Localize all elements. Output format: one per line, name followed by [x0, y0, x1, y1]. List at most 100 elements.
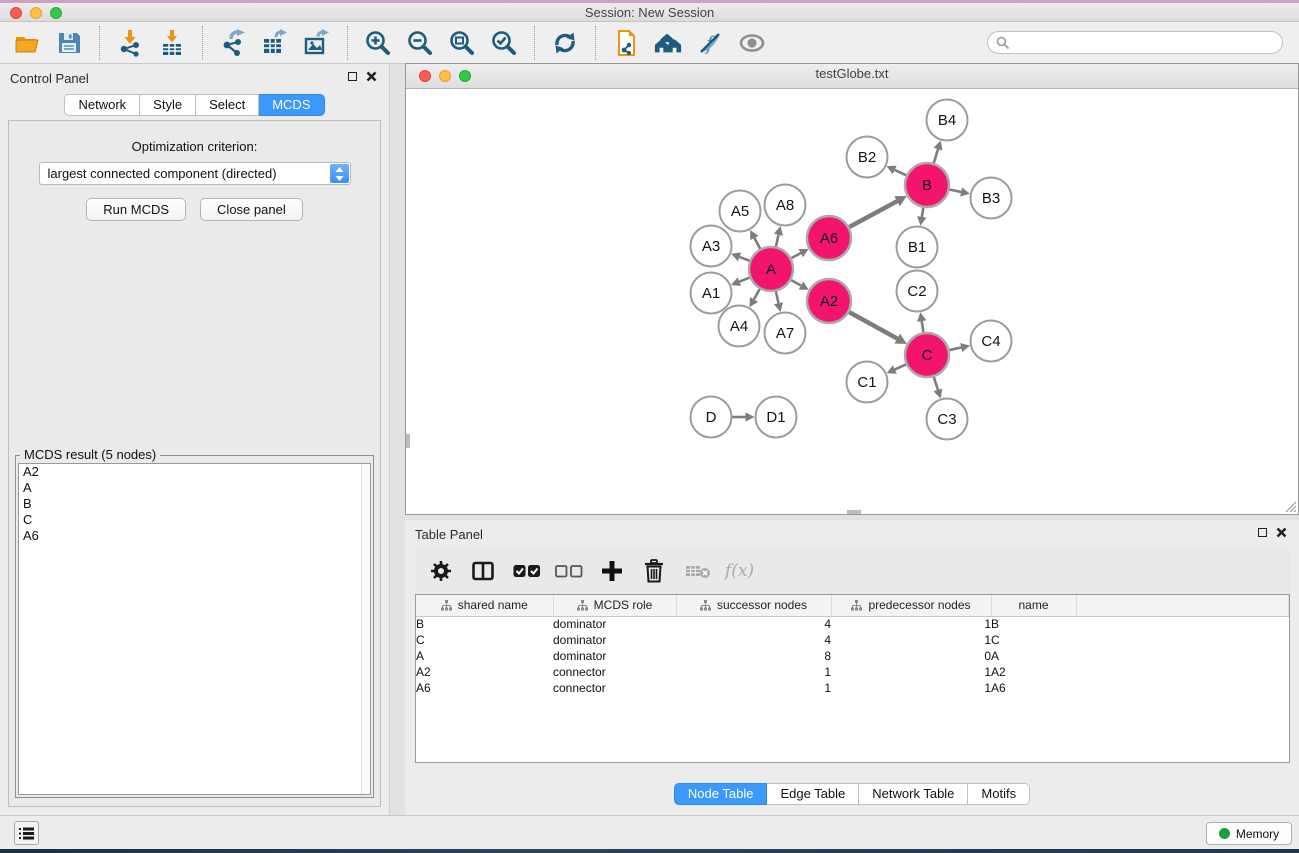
refresh-icon[interactable] [550, 28, 580, 58]
column-header-shared-name[interactable]: shared name [416, 595, 553, 616]
import-network-icon[interactable] [115, 28, 145, 58]
eye-icon[interactable] [737, 28, 767, 58]
horizontal-scroll-nub[interactable] [847, 510, 861, 514]
table-row[interactable]: Cdominator41C [416, 632, 1289, 648]
tab-motifs[interactable]: Motifs [968, 783, 1030, 805]
mcds-result-group: MCDS result (5 nodes) A2ABCA6 [15, 455, 374, 798]
node-label-B: B [922, 177, 932, 194]
result-list-scrollbar[interactable] [361, 464, 370, 794]
delete-table-icon [685, 556, 711, 586]
arrowhead-icon [960, 343, 970, 352]
node-label-A1: A1 [702, 285, 720, 302]
deselect-all-icon[interactable] [555, 556, 583, 586]
tab-select[interactable]: Select [196, 94, 259, 116]
columns-icon[interactable] [471, 556, 495, 586]
edge-A-A5[interactable] [754, 238, 760, 250]
gear-icon[interactable] [429, 556, 453, 586]
select-all-icon[interactable] [513, 556, 541, 586]
status-bar: Memory [0, 815, 1299, 849]
mcds-result-list[interactable]: A2ABCA6 [18, 463, 371, 795]
column-header-predecessor-nodes[interactable]: predecessor nodes [831, 595, 991, 616]
result-item[interactable]: A2 [19, 464, 370, 480]
node-table[interactable]: shared nameMCDS rolesuccessor nodesprede… [415, 594, 1290, 763]
toolbar-separator [595, 26, 596, 60]
table-row[interactable]: Adominator80A [416, 648, 1289, 664]
edge-A-A6[interactable] [790, 253, 800, 259]
edge-B-B3[interactable] [949, 189, 962, 192]
tab-network[interactable]: Network [64, 94, 140, 116]
float-table-panel-icon[interactable] [1258, 528, 1267, 537]
run-mcds-button[interactable]: Run MCDS [86, 198, 186, 221]
result-item[interactable]: B [19, 496, 370, 512]
edge-C-C4[interactable] [948, 348, 961, 351]
edge-A-A4[interactable] [754, 288, 760, 299]
result-item[interactable]: A6 [19, 528, 370, 544]
zoom-in-icon[interactable] [363, 28, 393, 58]
table-row[interactable]: A2connector11A2 [416, 664, 1289, 680]
app-titlebar: Session: New Session [0, 3, 1299, 22]
node-label-C2: C2 [907, 283, 926, 300]
edge-A-A8[interactable] [776, 235, 779, 248]
result-item[interactable]: C [19, 512, 370, 528]
zoom-fit-icon[interactable] [447, 28, 477, 58]
edge-C-C1[interactable] [895, 364, 907, 369]
close-panel-icon[interactable] [366, 71, 377, 82]
tab-mcds[interactable]: MCDS [259, 94, 324, 116]
edge-A-A1[interactable] [739, 277, 750, 282]
node-label-A8: A8 [776, 197, 794, 214]
add-column-icon[interactable] [601, 556, 623, 586]
edge-B-B4[interactable] [933, 149, 938, 164]
open-folder-icon[interactable] [12, 28, 42, 58]
import-table-icon[interactable] [157, 28, 187, 58]
toolbar-separator [99, 26, 100, 60]
table-row[interactable]: A6connector11A6 [416, 680, 1289, 696]
control-panel-tabs: NetworkStyleSelectMCDS [0, 94, 389, 116]
edge-A2-C[interactable] [848, 312, 897, 339]
mcds-tab-content: Optimization criterion: largest connecte… [8, 120, 381, 807]
edge-B-B2[interactable] [895, 170, 907, 176]
search-input[interactable] [1010, 36, 1274, 50]
zoom-out-icon[interactable] [405, 28, 435, 58]
edge-C-C2[interactable] [922, 321, 924, 333]
search-field[interactable] [987, 31, 1283, 54]
edge-A-A3[interactable] [739, 257, 750, 261]
criterion-select[interactable]: largest connected component (directed) [39, 162, 351, 185]
houses-icon[interactable] [653, 28, 683, 58]
network-window-titlebar[interactable]: testGlobe.txt [406, 64, 1298, 89]
arrowhead-icon [774, 226, 783, 236]
function-slash-icon[interactable]: f [695, 28, 725, 58]
result-item[interactable]: A [19, 480, 370, 496]
close-table-panel-icon[interactable] [1276, 527, 1287, 538]
column-header-MCDS-role[interactable]: MCDS role [553, 595, 676, 616]
tab-node-table[interactable]: Node Table [674, 783, 768, 805]
edge-A6-B[interactable] [848, 201, 897, 227]
float-panel-icon[interactable] [348, 72, 357, 81]
edge-A-A7[interactable] [776, 290, 779, 303]
column-header-name[interactable]: name [991, 595, 1076, 616]
resize-grip-icon[interactable] [1284, 500, 1297, 513]
export-network-icon[interactable] [218, 28, 248, 58]
export-image-icon[interactable] [302, 28, 332, 58]
trash-icon[interactable] [643, 556, 665, 586]
table-row[interactable]: Bdominator41B [416, 616, 1289, 632]
tab-edge-table[interactable]: Edge Table [767, 783, 859, 805]
edge-A-A2[interactable] [790, 280, 801, 286]
close-panel-button[interactable]: Close panel [200, 198, 303, 221]
network-document-icon[interactable] [611, 28, 641, 58]
column-header-successor-nodes[interactable]: successor nodes [676, 595, 831, 616]
node-label-C1: C1 [857, 374, 876, 391]
vertical-scroll-nub[interactable] [406, 434, 410, 448]
toolbar-separator [347, 26, 348, 60]
tab-style[interactable]: Style [140, 94, 196, 116]
edge-C-C3[interactable] [934, 376, 938, 390]
export-table-icon[interactable] [260, 28, 290, 58]
tab-network-table[interactable]: Network Table [859, 783, 968, 805]
memory-button[interactable]: Memory [1206, 822, 1292, 845]
zoom-selected-icon[interactable] [489, 28, 519, 58]
task-history-button[interactable] [14, 821, 39, 845]
network-graph[interactable]: AA1A3A5A8A4A7A6A2BB2B4B3B1CC2C4C1C3DD1 [406, 89, 1298, 514]
save-icon[interactable] [54, 28, 84, 58]
edge-B-B1[interactable] [922, 207, 924, 217]
network-canvas[interactable]: AA1A3A5A8A4A7A6A2BB2B4B3B1CC2C4C1C3DD1 [406, 89, 1298, 514]
node-label-A5: A5 [731, 203, 749, 220]
